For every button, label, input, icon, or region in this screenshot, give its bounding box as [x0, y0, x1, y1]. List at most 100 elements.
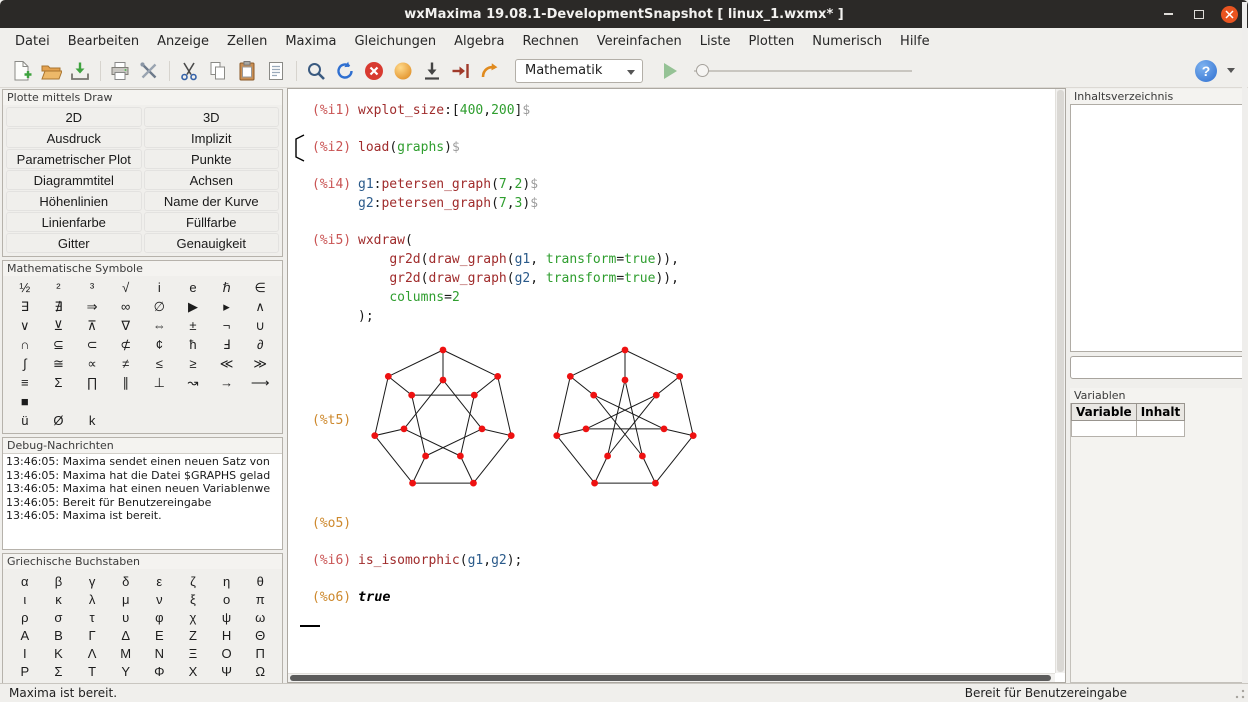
greek-letter-button[interactable]: χ — [176, 608, 210, 626]
play-button[interactable] — [657, 57, 684, 84]
worksheet-cell[interactable]: (%i2)load(graphs)$ — [312, 138, 1055, 157]
symbol-button[interactable]: ≡ — [8, 373, 42, 392]
open-button[interactable] — [37, 57, 64, 84]
symbol-button[interactable]: ∝ — [75, 354, 109, 373]
draw-command-button[interactable]: Diagrammtitel — [6, 170, 142, 190]
greek-letter-button[interactable]: μ — [109, 590, 143, 608]
symbol-button[interactable]: ■ — [8, 392, 42, 411]
draw-command-button[interactable]: Achsen — [144, 170, 280, 190]
cell-type-select[interactable]: Mathematik — [515, 59, 643, 83]
cut-button[interactable] — [175, 57, 202, 84]
greek-letter-button[interactable]: ρ — [8, 608, 42, 626]
symbol-button[interactable]: ∫ — [8, 354, 42, 373]
symbol-button[interactable]: ≪ — [210, 354, 244, 373]
greek-letter-button[interactable]: E — [143, 626, 177, 644]
draw-command-button[interactable]: Linienfarbe — [6, 212, 142, 232]
greek-letter-button[interactable]: ψ — [210, 608, 244, 626]
symbol-button[interactable]: ∞ — [109, 297, 143, 316]
symbol-button[interactable] — [109, 392, 143, 411]
greek-letter-button[interactable]: X — [176, 662, 210, 680]
evaluate-rest-button[interactable] — [447, 57, 474, 84]
cell-bracket[interactable] — [293, 134, 305, 166]
variable-value-cell[interactable] — [1136, 421, 1185, 437]
worksheet[interactable]: (%i1)wxplot_size:[400,200]$(%i2)load(gra… — [288, 89, 1055, 673]
greek-letter-button[interactable]: ο — [210, 590, 244, 608]
symbol-button[interactable] — [176, 392, 210, 411]
symbol-button[interactable]: √ — [109, 278, 143, 297]
interrupt-button[interactable] — [360, 57, 387, 84]
greek-letter-button[interactable]: H — [210, 626, 244, 644]
symbol-button[interactable]: ≥ — [176, 354, 210, 373]
find-button[interactable] — [302, 57, 329, 84]
select-all-button[interactable] — [262, 57, 289, 84]
worksheet-cell[interactable]: (%i5)wxdraw( gr2d(draw_graph(g1, transfo… — [312, 231, 1055, 326]
greek-letter-button[interactable]: υ — [109, 608, 143, 626]
insertion-cursor[interactable] — [300, 625, 320, 627]
worksheet-cell[interactable]: (%i6)is_isomorphic(g1,g2); — [312, 551, 1055, 570]
symbol-button[interactable]: ≅ — [42, 354, 76, 373]
symbol-button[interactable]: ∂ — [243, 335, 277, 354]
greek-letter-button[interactable]: Π — [243, 644, 277, 662]
slider-handle[interactable] — [696, 64, 709, 77]
greek-letter-button[interactable]: ε — [143, 572, 177, 590]
restart-maxima-button[interactable] — [331, 57, 358, 84]
greek-letter-button[interactable]: Φ — [143, 662, 177, 680]
symbol-button[interactable]: → — [210, 373, 244, 392]
symbol-button[interactable]: ⇒ — [75, 297, 109, 316]
symbol-button[interactable]: ½ — [8, 278, 42, 297]
symbol-button[interactable]: ∄ — [42, 297, 76, 316]
symbol-button[interactable]: ↝ — [176, 373, 210, 392]
variable-name-cell[interactable] — [1072, 421, 1137, 437]
show-questions-button[interactable] — [476, 57, 503, 84]
symbol-button[interactable]: ü — [8, 411, 42, 430]
draw-command-button[interactable]: Parametrischer Plot — [6, 149, 142, 169]
greek-letter-button[interactable]: β — [42, 572, 76, 590]
greek-letter-button[interactable]: π — [243, 590, 277, 608]
draw-command-button[interactable]: 3D — [144, 107, 280, 127]
symbol-button[interactable]: ℏ — [210, 278, 244, 297]
help-button[interactable]: ? — [1195, 60, 1217, 82]
greek-letter-button[interactable]: Σ — [42, 662, 76, 680]
greek-letter-button[interactable]: Y — [109, 662, 143, 680]
greek-letter-button[interactable]: Θ — [243, 626, 277, 644]
symbol-button[interactable]: ≤ — [143, 354, 177, 373]
symbol-button[interactable]: Σ — [42, 373, 76, 392]
greek-letter-button[interactable]: ν — [143, 590, 177, 608]
menu-item[interactable]: Gleichungen — [345, 30, 445, 53]
greek-letter-button[interactable]: θ — [243, 572, 277, 590]
menu-item[interactable]: Maxima — [276, 30, 345, 53]
configure-button[interactable] — [135, 57, 162, 84]
symbol-button[interactable]: ⊻ — [42, 316, 76, 335]
draw-command-button[interactable]: Höhenlinien — [6, 191, 142, 211]
evaluate-to-point-button[interactable] — [418, 57, 445, 84]
greek-letter-button[interactable]: Ψ — [210, 662, 244, 680]
maximize-button[interactable] — [1190, 5, 1208, 23]
symbol-button[interactable] — [75, 392, 109, 411]
worksheet-cell[interactable]: (%i4)g1:petersen_graph(7,2)$g2:petersen_… — [312, 175, 1055, 213]
toolbar-overflow-button[interactable] — [1224, 57, 1238, 84]
greek-letter-button[interactable]: M — [109, 644, 143, 662]
menu-item[interactable]: Liste — [691, 30, 740, 53]
vertical-scrollbar[interactable] — [1055, 89, 1065, 673]
variables-table[interactable]: Variable Inhalt — [1071, 403, 1185, 437]
symbol-button[interactable]: ≫ — [243, 354, 277, 373]
greek-letter-button[interactable]: T — [75, 662, 109, 680]
greek-letter-button[interactable]: α — [8, 572, 42, 590]
greek-letter-button[interactable]: κ — [42, 590, 76, 608]
copy-button[interactable] — [204, 57, 231, 84]
greek-letter-button[interactable]: Λ — [75, 644, 109, 662]
greek-letter-button[interactable]: N — [143, 644, 177, 662]
symbol-button[interactable]: ∃ — [8, 297, 42, 316]
debug-log[interactable]: 13:46:05: Maxima sendet einen neuen Satz… — [3, 453, 282, 549]
symbol-button[interactable]: ▶ — [176, 297, 210, 316]
greek-letter-button[interactable]: ω — [243, 608, 277, 626]
greek-letter-button[interactable]: ι — [8, 590, 42, 608]
menu-item[interactable]: Rechnen — [513, 30, 587, 53]
greek-letter-button[interactable]: δ — [109, 572, 143, 590]
symbol-button[interactable]: ± — [176, 316, 210, 335]
menu-item[interactable]: Anzeige — [148, 30, 218, 53]
symbol-button[interactable]: e — [176, 278, 210, 297]
symbol-button[interactable]: ¢ — [143, 335, 177, 354]
symbol-button[interactable]: ⊥ — [143, 373, 177, 392]
menu-item[interactable]: Hilfe — [891, 30, 939, 53]
